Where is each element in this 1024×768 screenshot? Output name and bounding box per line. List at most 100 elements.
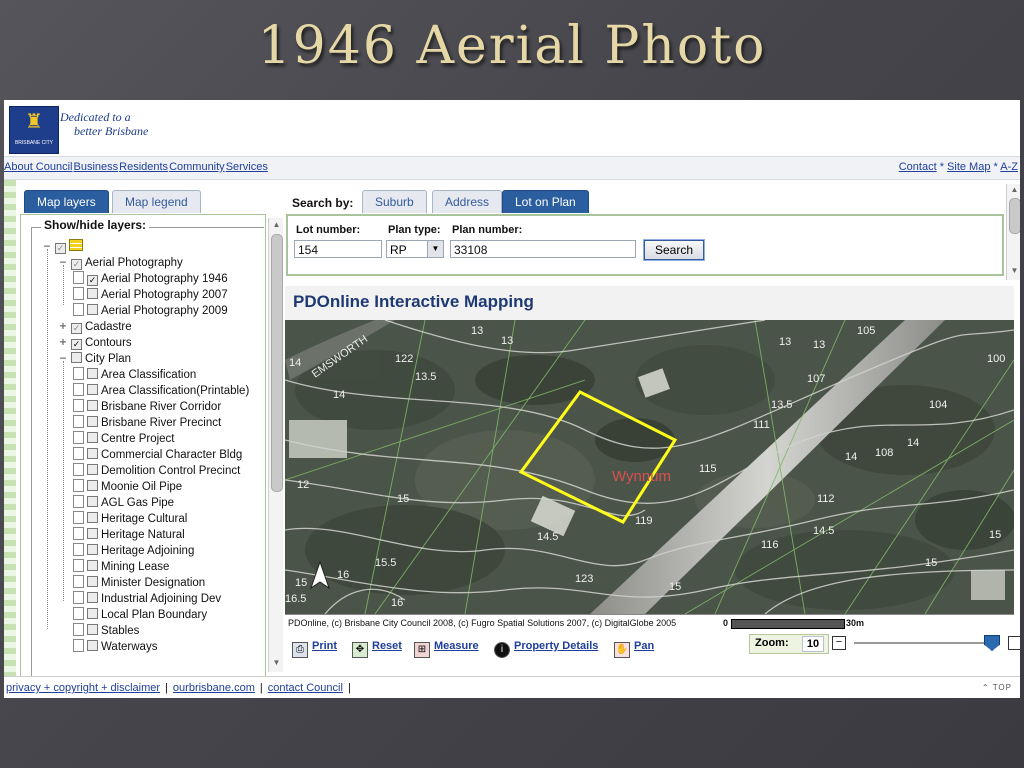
zoom-value[interactable]: 10 xyxy=(802,636,824,652)
tab-address[interactable]: Address xyxy=(432,190,503,213)
measure-icon[interactable]: ⊞ xyxy=(414,642,430,658)
layer-checkbox[interactable] xyxy=(87,496,98,507)
layer-checkbox[interactable] xyxy=(87,560,98,571)
layer-checkbox[interactable] xyxy=(87,512,98,523)
layer-item[interactable]: Area Classification xyxy=(73,367,196,383)
layer-item[interactable]: Brisbane River Corridor xyxy=(73,399,221,415)
scroll-up-icon[interactable]: ▲ xyxy=(1009,185,1020,194)
council-logo[interactable]: ♜ BRISBANE CITY xyxy=(9,106,59,154)
printer-icon[interactable]: ⎙ xyxy=(292,642,308,658)
reset-icon[interactable]: ✥ xyxy=(352,642,368,658)
layer-checkbox[interactable]: ✓ xyxy=(71,323,82,334)
tab-map-legend[interactable]: Map legend xyxy=(112,190,201,213)
plan-number-input[interactable]: 33108 xyxy=(450,240,636,258)
layer-item[interactable]: Commercial Character Bldg xyxy=(73,447,242,463)
measure-tool[interactable]: ⊞ Measure xyxy=(414,638,479,658)
layer-item[interactable]: Brisbane River Precinct xyxy=(73,415,221,431)
nav-a-z[interactable]: A-Z xyxy=(1000,161,1018,173)
scroll-thumb[interactable] xyxy=(271,234,283,492)
page-scrollbar[interactable]: ▲ ▼ xyxy=(1006,184,1020,280)
layer-checkbox[interactable] xyxy=(87,304,98,315)
layer-checkbox[interactable] xyxy=(87,480,98,491)
nav-residents[interactable]: Residents xyxy=(119,161,168,173)
layer-checkbox[interactable] xyxy=(87,416,98,427)
layer-checkbox[interactable]: ✓ xyxy=(55,243,66,254)
dropdown-arrow-icon[interactable]: ▼ xyxy=(427,241,443,257)
reset-tool[interactable]: ✥ Reset xyxy=(352,638,402,658)
nav-about-council[interactable]: About Council xyxy=(4,161,73,173)
tab-lot-on-plan[interactable]: Lot on Plan xyxy=(502,190,589,213)
privacy-link[interactable]: privacy + copyright + disclaimer xyxy=(6,682,160,694)
layer-item[interactable]: Mining Lease xyxy=(73,559,169,575)
scroll-up-icon[interactable]: ▲ xyxy=(271,220,282,229)
layer-checkbox[interactable] xyxy=(87,384,98,395)
nav-services[interactable]: Services xyxy=(226,161,268,173)
property-details-tool[interactable]: i Property Details xyxy=(494,638,598,658)
hand-icon[interactable]: ✋ xyxy=(614,642,630,658)
zoom-slider-thumb[interactable] xyxy=(984,635,1000,651)
layer-item[interactable]: Minister Designation xyxy=(73,575,205,591)
reset-link[interactable]: Reset xyxy=(372,640,402,652)
layer-checkbox[interactable] xyxy=(87,544,98,555)
nav-site-map[interactable]: Site Map xyxy=(947,161,990,173)
layer-item[interactable]: − City Plan xyxy=(57,351,131,367)
contact-council-link[interactable]: contact Council xyxy=(268,682,343,694)
zoom-out-icon[interactable]: − xyxy=(832,636,846,650)
layer-item[interactable]: Industrial Adjoining Dev xyxy=(73,591,221,607)
nav-business[interactable]: Business xyxy=(74,161,119,173)
layer-item[interactable]: + ✓ Contours xyxy=(57,335,132,351)
layer-checkbox[interactable] xyxy=(87,576,98,587)
nav-community[interactable]: Community xyxy=(169,161,225,173)
layer-checkbox[interactable]: ✓ xyxy=(71,259,82,270)
layer-item[interactable]: Heritage Adjoining xyxy=(73,543,194,559)
info-icon[interactable]: i xyxy=(494,642,510,658)
layer-checkbox[interactable] xyxy=(87,624,98,635)
layer-checkbox[interactable] xyxy=(87,592,98,603)
property-details-link[interactable]: Property Details xyxy=(514,640,598,652)
layer-item[interactable]: AGL Gas Pipe xyxy=(73,495,174,511)
layer-item[interactable]: Aerial Photography 2009 xyxy=(73,303,228,319)
layer-checkbox[interactable] xyxy=(87,448,98,459)
aerial-map[interactable]: Wynnum EMSWORTH 13 13 14 122 13.5 14 105… xyxy=(285,320,1014,614)
layer-checkbox[interactable] xyxy=(87,608,98,619)
layer-item[interactable]: Heritage Natural xyxy=(73,527,185,543)
layer-checkbox[interactable] xyxy=(71,352,82,363)
layer-item[interactable]: − ✓ Aerial Photography xyxy=(57,255,183,271)
scroll-down-icon[interactable]: ▼ xyxy=(271,658,282,667)
layer-item[interactable]: Aerial Photography 2007 xyxy=(73,287,228,303)
measure-link[interactable]: Measure xyxy=(434,640,479,652)
layer-item[interactable]: Heritage Cultural xyxy=(73,511,187,527)
back-to-top-button[interactable]: ⌃ TOP xyxy=(982,683,1012,692)
layer-checkbox[interactable] xyxy=(87,464,98,475)
pan-tool[interactable]: ✋ Pan xyxy=(614,638,654,658)
layer-checkbox[interactable]: ✓ xyxy=(71,339,82,350)
lot-number-input[interactable]: 154 xyxy=(294,240,382,258)
print-link[interactable]: Print xyxy=(312,640,337,652)
layer-item[interactable]: Waterways xyxy=(73,639,157,655)
pan-link[interactable]: Pan xyxy=(634,640,654,652)
layer-item[interactable]: ✓ Aerial Photography 1946 xyxy=(73,271,228,287)
print-tool[interactable]: ⎙ Print xyxy=(292,638,337,658)
ourbrisbane-link[interactable]: ourbrisbane.com xyxy=(173,682,255,694)
expand-icon[interactable]: + xyxy=(57,335,69,351)
tab-map-layers[interactable]: Map layers xyxy=(24,190,109,213)
layer-checkbox[interactable] xyxy=(87,640,98,651)
layer-checkbox[interactable] xyxy=(87,400,98,411)
zoom-slider-track[interactable] xyxy=(854,642,994,644)
layer-checkbox[interactable] xyxy=(87,288,98,299)
layer-checkbox[interactable]: ✓ xyxy=(87,275,98,286)
layer-item[interactable]: Centre Project xyxy=(73,431,175,447)
scroll-thumb[interactable] xyxy=(1009,198,1020,234)
tab-suburb[interactable]: Suburb xyxy=(362,190,427,213)
layer-item[interactable]: Demolition Control Precinct xyxy=(73,463,240,479)
layers-scrollbar[interactable]: ▲ ▼ xyxy=(268,218,283,672)
layer-checkbox[interactable] xyxy=(87,432,98,443)
zoom-in-icon[interactable] xyxy=(1008,636,1020,650)
scroll-down-icon[interactable]: ▼ xyxy=(1009,266,1020,275)
layer-item[interactable]: Moonie Oil Pipe xyxy=(73,479,182,495)
layer-item[interactable]: Local Plan Boundary xyxy=(73,607,207,623)
layer-checkbox[interactable] xyxy=(87,368,98,379)
layer-checkbox[interactable] xyxy=(87,528,98,539)
expand-icon[interactable]: + xyxy=(57,319,69,335)
plan-type-select[interactable]: RP ▼ xyxy=(386,240,444,258)
